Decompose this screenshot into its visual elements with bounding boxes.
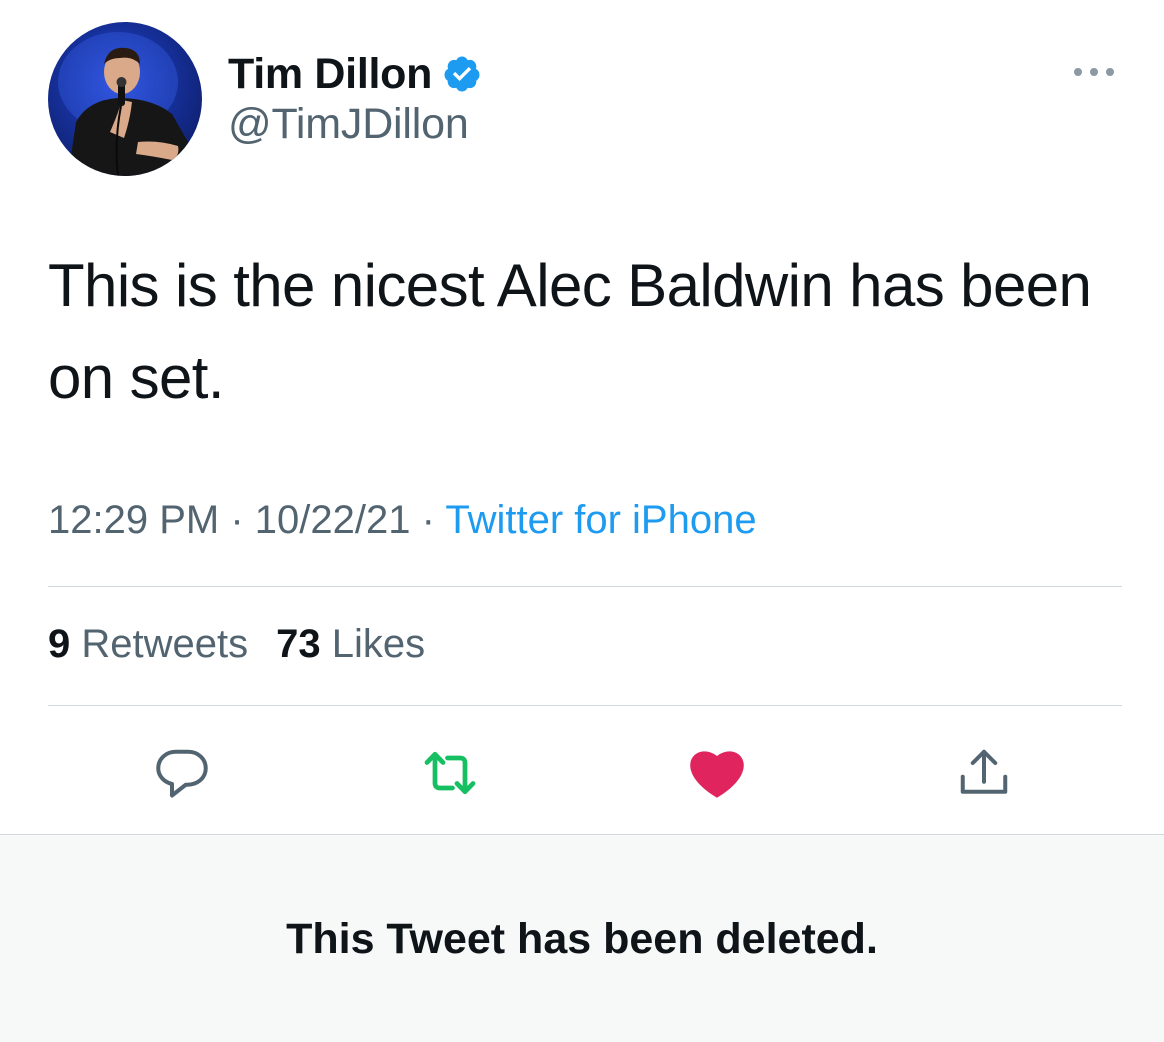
divider [48,705,1122,706]
deleted-quote-card: This Tweet has been deleted. [0,834,1164,1042]
tweet-time[interactable]: 12:29 PM [48,498,219,542]
heart-icon [690,751,744,798]
retweets-stat[interactable]: 9 Retweets [48,622,248,666]
meta-separator: · [421,498,435,542]
tweet-stats: 9 Retweets 73 Likes [48,622,425,667]
divider [48,586,1122,587]
reply-icon [156,749,208,798]
share-button[interactable] [949,738,1019,808]
avatar[interactable] [48,22,202,176]
retweet-icon [424,751,476,795]
tweet-date[interactable]: 10/22/21 [255,498,411,542]
retweets-label: Retweets [81,622,249,666]
author-name-row[interactable]: Tim Dillon [228,46,482,102]
like-button[interactable] [682,738,752,808]
tweet-source-link[interactable]: Twitter for iPhone [445,498,756,542]
more-icon[interactable] [1072,62,1116,82]
verified-badge-icon [444,56,480,92]
tweet-meta: 12:29 PM · 10/22/21 · Twitter for iPhone [48,498,757,543]
likes-label: Likes [331,622,426,666]
retweets-count: 9 [48,622,71,666]
deleted-notice: This Tweet has been deleted. [286,914,878,963]
likes-count: 73 [276,622,321,666]
author-handle[interactable]: @TimJDillon [228,100,469,149]
meta-separator: · [230,498,244,542]
retweet-button[interactable] [415,738,485,808]
likes-stat[interactable]: 73 Likes [276,622,425,666]
reply-button[interactable] [147,738,217,808]
tweet-page: Tim Dillon @TimJDillon This is the nices… [0,0,1164,1042]
author-display-name[interactable]: Tim Dillon [228,50,432,99]
tweet-text: This is the nicest Alec Baldwin has been… [48,252,1092,411]
share-icon [960,749,1008,794]
